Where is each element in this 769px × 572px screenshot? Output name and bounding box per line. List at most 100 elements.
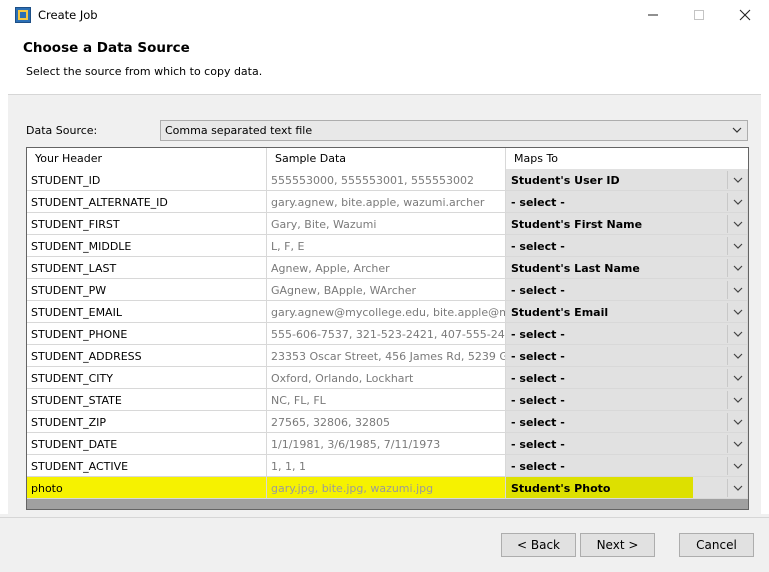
maximize-button[interactable] [676, 0, 722, 30]
maps-to-value: - select - [511, 350, 565, 363]
cell-your-header[interactable]: STUDENT_ACTIVE [27, 455, 267, 477]
chevron-down-icon[interactable] [731, 415, 745, 429]
chevron-down-icon [732, 127, 742, 133]
table-row[interactable]: STUDENT_CITY Oxford, Orlando, Lockhart - s… [27, 367, 748, 389]
column-header-sample-data[interactable]: Sample Data [267, 148, 506, 169]
table-row[interactable]: STUDENT_LAST Agnew, Apple, Archer Student'… [27, 257, 748, 279]
maps-to-dropdown[interactable]: Student's First Name [506, 213, 748, 235]
maps-to-dropdown[interactable]: - select - [506, 191, 748, 213]
chevron-down-icon[interactable] [731, 305, 745, 319]
table-row[interactable]: STUDENT_ADDRESS 23353 Oscar Street, 456 J… [27, 345, 748, 367]
table-row[interactable]: STUDENT_MIDDLE L, F, E - select - [27, 235, 748, 257]
maps-to-dropdown[interactable]: - select - [506, 455, 748, 477]
chevron-down-icon[interactable] [731, 173, 745, 187]
maps-to-dropdown[interactable]: - select - [506, 433, 748, 455]
chevron-down-icon[interactable] [731, 239, 745, 253]
close-button[interactable] [722, 0, 768, 30]
maps-to-dropdown[interactable]: - select - [506, 389, 748, 411]
cell-sample-data: 1, 1, 1 [267, 455, 506, 477]
cell-your-header[interactable]: STUDENT_MIDDLE [27, 235, 267, 257]
maps-to-dropdown[interactable]: - select - [506, 279, 748, 301]
dropdown-divider [727, 369, 728, 387]
data-source-select[interactable]: Comma separated text file [160, 120, 748, 141]
maps-to-value: - select - [511, 240, 565, 253]
chevron-down-icon[interactable] [731, 327, 745, 341]
cell-your-header[interactable]: STUDENT_FIRST [27, 213, 267, 235]
cell-sample-data: 555553000, 555553001, 555553002 [267, 169, 506, 191]
table-row[interactable]: STUDENT_EMAIL gary.agnew@mycollege.edu, b… [27, 301, 748, 323]
maps-to-dropdown[interactable]: - select - [506, 323, 748, 345]
maps-to-value: - select - [511, 284, 565, 297]
dropdown-divider [727, 479, 728, 497]
chevron-down-icon[interactable] [731, 459, 745, 473]
table-row[interactable]: STUDENT_ALTERNATE_ID gary.agnew, bite.app… [27, 191, 748, 213]
maps-to-dropdown[interactable]: Student's User ID [506, 169, 748, 191]
chevron-down-icon[interactable] [731, 195, 745, 209]
dropdown-divider [727, 259, 728, 277]
cell-your-header[interactable]: STUDENT_EMAIL [27, 301, 267, 323]
column-header-your-header[interactable]: Your Header [27, 148, 267, 169]
cell-sample-data: gary.jpg, bite.jpg, wazumi.jpg [267, 477, 506, 499]
table-row[interactable]: STUDENT_ZIP 27565, 32806, 32805 - select - [27, 411, 748, 433]
column-header-maps-to[interactable]: Maps To [506, 148, 748, 169]
dropdown-divider [727, 281, 728, 299]
dropdown-divider [727, 171, 728, 189]
cell-your-header[interactable]: STUDENT_ID [27, 169, 267, 191]
chevron-down-icon[interactable] [731, 283, 745, 297]
minimize-button[interactable] [630, 0, 676, 30]
maps-to-dropdown[interactable]: Student's Last Name [506, 257, 748, 279]
table-row[interactable]: STUDENT_ACTIVE 1, 1, 1 - select - [27, 455, 748, 477]
maps-to-dropdown[interactable]: - select - [506, 367, 748, 389]
cell-your-header[interactable]: STUDENT_CITY [27, 367, 267, 389]
dropdown-divider [727, 303, 728, 321]
table-row[interactable]: STUDENT_PW GAgnew, BApple, WArcher - selec… [27, 279, 748, 301]
cell-your-header[interactable]: STUDENT_ADDRESS [27, 345, 267, 367]
chevron-down-icon[interactable] [731, 261, 745, 275]
page-title: Choose a Data Source [23, 40, 190, 56]
dropdown-divider [727, 413, 728, 431]
maps-to-dropdown[interactable]: - select - [506, 345, 748, 367]
cell-your-header[interactable]: STUDENT_ALTERNATE_ID [27, 191, 267, 213]
chevron-down-icon[interactable] [731, 481, 745, 495]
maps-to-value: - select - [511, 328, 565, 341]
data-source-label: Data Source: [26, 124, 98, 137]
back-button[interactable]: < Back [501, 533, 576, 557]
page-subtitle: Select the source from which to copy dat… [26, 65, 263, 78]
maps-to-value: - select - [511, 416, 565, 429]
cell-your-header[interactable]: STUDENT_LAST [27, 257, 267, 279]
cell-your-header[interactable]: STUDENT_PHONE [27, 323, 267, 345]
cell-sample-data: 1/1/1981, 3/6/1985, 7/11/1973 [267, 433, 506, 455]
table-row[interactable]: STUDENT_PHONE 555-606-7537, 321-523-2421,… [27, 323, 748, 345]
next-button[interactable]: Next > [580, 533, 655, 557]
chevron-down-icon[interactable] [731, 371, 745, 385]
dropdown-divider [727, 325, 728, 343]
chevron-down-icon[interactable] [731, 437, 745, 451]
chevron-down-icon[interactable] [731, 349, 745, 363]
mapping-grid: Your Header Sample Data Maps To STUDENT_… [26, 147, 749, 510]
table-row[interactable]: photo gary.jpg, bite.jpg, wazumi.jpg Stude… [27, 477, 748, 499]
cell-sample-data: Oxford, Orlando, Lockhart [267, 367, 506, 389]
cell-your-header[interactable]: photo [27, 477, 267, 499]
maximize-icon [694, 10, 704, 20]
maps-to-dropdown[interactable]: Student's Email [506, 301, 748, 323]
maps-to-value: Student's Email [511, 306, 609, 319]
dropdown-divider [727, 391, 728, 409]
maps-to-value: - select - [511, 438, 565, 451]
maps-to-dropdown[interactable]: Student's Photo [506, 477, 748, 499]
chevron-down-icon[interactable] [731, 393, 745, 407]
cell-your-header[interactable]: STUDENT_ZIP [27, 411, 267, 433]
table-row[interactable]: STUDENT_DATE 1/1/1981, 3/6/1985, 7/11/197… [27, 433, 748, 455]
maps-to-dropdown[interactable]: - select - [506, 235, 748, 257]
divider [0, 517, 769, 518]
maps-to-dropdown[interactable]: - select - [506, 411, 748, 433]
table-row[interactable]: STUDENT_FIRST Gary, Bite, Wazumi Student's… [27, 213, 748, 235]
maps-to-value: Student's Photo [511, 482, 611, 495]
table-row[interactable]: STUDENT_ID 555553000, 555553001, 55555300… [27, 169, 748, 191]
cell-your-header[interactable]: STUDENT_DATE [27, 433, 267, 455]
cell-your-header[interactable]: STUDENT_STATE [27, 389, 267, 411]
table-row[interactable]: STUDENT_STATE NC, FL, FL - select - [27, 389, 748, 411]
cell-your-header[interactable]: STUDENT_PW [27, 279, 267, 301]
chevron-down-icon[interactable] [731, 217, 745, 231]
cancel-button[interactable]: Cancel [679, 533, 754, 557]
cell-sample-data: gary.agnew, bite.apple, wazumi.archer [267, 191, 506, 213]
